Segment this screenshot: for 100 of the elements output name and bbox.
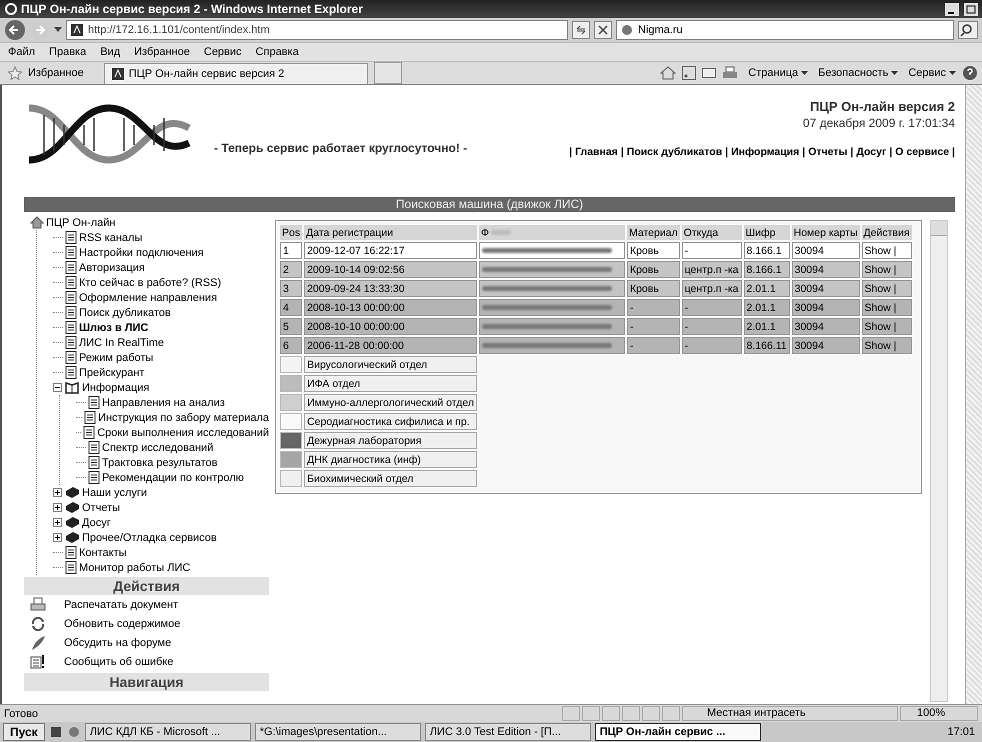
- expand-toggle[interactable]: [53, 488, 63, 497]
- nav-link[interactable]: Информация: [731, 146, 800, 158]
- back-icon[interactable]: [4, 19, 26, 41]
- action-link[interactable]: Сообщить об ошибке: [64, 656, 174, 668]
- caret-icon[interactable]: [891, 70, 898, 76]
- show-link[interactable]: Show |: [862, 337, 912, 354]
- report-icon: [30, 654, 46, 670]
- tree-item[interactable]: Инструкция по забору материала: [98, 412, 269, 424]
- expand-toggle[interactable]: [53, 533, 63, 542]
- status-pane: [622, 706, 640, 721]
- search-field[interactable]: Nigma.ru: [616, 20, 954, 40]
- address-field[interactable]: http://172.16.1.101/content/index.htm: [66, 20, 568, 40]
- taskbar-button[interactable]: ЛИС 3.0 Test Edition - [П...: [424, 723, 591, 741]
- toolbar-menu[interactable]: Страница: [748, 67, 808, 79]
- start-button[interactable]: Пуск: [3, 723, 45, 741]
- tree-item[interactable]: Трактовка результатов: [102, 456, 218, 468]
- result-row[interactable]: 2 2009-10-14 09:02:56 Кровь центр.п -ка 8.166.1 30094 Show |: [280, 261, 912, 278]
- tree-item[interactable]: Шлюз в ЛИС: [79, 322, 148, 334]
- tree-item[interactable]: Настройки подключения: [79, 246, 204, 258]
- tree-item[interactable]: Оформление направления: [79, 292, 218, 304]
- show-link[interactable]: Show |: [862, 280, 912, 297]
- printer-icon[interactable]: [722, 66, 738, 80]
- tree-item[interactable]: Сроки выполнения исследований: [97, 426, 269, 438]
- scrollbar[interactable]: [930, 220, 948, 702]
- table-cell: 2009-10-14 09:02:56: [304, 261, 477, 278]
- nav-link[interactable]: Досуг: [856, 146, 886, 158]
- action-link[interactable]: Распечатать документ: [64, 598, 178, 610]
- dropdown-arrow-icon[interactable]: [54, 27, 62, 33]
- zoom-control[interactable]: 100%: [900, 706, 978, 721]
- tree-item[interactable]: Спектр исследований: [102, 442, 214, 454]
- toolbar-menu[interactable]: Сервис: [908, 67, 956, 79]
- tree-item[interactable]: Рекомендации по контролю: [102, 472, 244, 484]
- menu-item[interactable]: Сервис: [204, 46, 242, 58]
- document-icon: [88, 396, 100, 409]
- caret-icon[interactable]: [949, 70, 956, 76]
- tree-item[interactable]: Монитор работы ЛИС: [79, 562, 190, 574]
- feed-icon[interactable]: [682, 66, 696, 80]
- tree-item[interactable]: RSS каналы: [79, 232, 142, 244]
- menu-item[interactable]: Справка: [256, 46, 299, 58]
- show-link[interactable]: Show |: [862, 318, 912, 335]
- result-row[interactable]: 5 2008-10-10 00:00:00 - - 2.01.1 30094 Show |: [280, 318, 912, 335]
- mail-icon[interactable]: [702, 67, 716, 79]
- action-link[interactable]: Обсудить на форуме: [64, 636, 172, 648]
- taskbar-button[interactable]: ЛИС КДЛ КБ - Microsoft ...: [84, 723, 251, 741]
- close-icon[interactable]: [594, 21, 612, 39]
- nav-link[interactable]: Отчеты: [808, 146, 848, 158]
- tree-item[interactable]: Поиск дубликатов: [79, 306, 171, 318]
- nav-link[interactable]: Главная: [575, 146, 618, 158]
- show-link[interactable]: Show |: [862, 261, 912, 278]
- tree-item[interactable]: Наши услуги: [82, 486, 148, 498]
- window-title: ПЦР Он-лайн сервис версия 2 - Windows Internet Explorer: [21, 2, 363, 16]
- taskbar-button[interactable]: ПЦР Он-лайн сервис ...: [594, 723, 761, 741]
- document-icon: [65, 276, 77, 289]
- result-row[interactable]: 3 2009-09-24 13:33:30 Кровь центр.п -ка 2.01.1 30094 Show |: [280, 280, 912, 297]
- result-row[interactable]: 6 2006-11-28 00:00:00 - - 8.166.11 30094 Show |: [280, 337, 912, 354]
- result-row[interactable]: 1 2009-12-07 16:22:17 Кровь - 8.166.1 30094 Show |: [280, 242, 912, 259]
- toolbar-menu[interactable]: Безопасность: [818, 67, 898, 79]
- browser-tab[interactable]: ПЦР Он-лайн сервис версия 2: [104, 62, 368, 84]
- caret-icon[interactable]: [801, 70, 808, 76]
- expand-toggle[interactable]: [53, 518, 63, 527]
- tree-item[interactable]: Режим работы: [79, 352, 154, 364]
- separator-text: |: [569, 146, 572, 158]
- show-link[interactable]: Show |: [862, 299, 912, 316]
- menu-item[interactable]: Правка: [49, 46, 86, 58]
- refresh-icon[interactable]: [572, 21, 590, 39]
- taskbar-button[interactable]: *G:\images\presentation...: [254, 723, 421, 741]
- show-link[interactable]: Show |: [862, 242, 912, 259]
- tree-item[interactable]: Контакты: [79, 546, 127, 558]
- slogan-text: - Теперь сервис работает круглосуточно! -: [214, 141, 468, 155]
- quick-launch-icon[interactable]: [48, 725, 63, 739]
- expand-toggle[interactable]: [53, 503, 63, 512]
- tree-item[interactable]: Прейскурант: [79, 366, 144, 378]
- help-icon[interactable]: [962, 65, 978, 81]
- minimize-icon[interactable]: [945, 2, 959, 16]
- favorites-button[interactable]: Избранное: [28, 67, 84, 79]
- home-icon[interactable]: [660, 66, 676, 80]
- result-row[interactable]: 4 2008-10-13 00:00:00 - - 2.01.1 30094 Show |: [280, 299, 912, 316]
- tree-item[interactable]: Авторизация: [79, 262, 145, 274]
- tree-item[interactable]: Кто сейчас в работе? (RSS): [79, 276, 222, 288]
- menu-item[interactable]: Вид: [100, 46, 120, 58]
- action-link[interactable]: Обновить содержимое: [64, 618, 180, 630]
- nav-link[interactable]: Поиск дубликатов: [626, 146, 722, 158]
- table-cell: Кровь: [626, 280, 680, 297]
- tree-item[interactable]: Прочее/Отладка сервисов: [82, 532, 217, 544]
- tree-item[interactable]: ЛИС In RealTime: [79, 336, 164, 348]
- tree-item[interactable]: Информация: [82, 382, 150, 394]
- star-icon[interactable]: [8, 66, 22, 80]
- scrollbar[interactable]: [965, 85, 982, 704]
- document-icon: [65, 231, 77, 244]
- menu-item[interactable]: Файл: [8, 46, 36, 58]
- tree-item[interactable]: Направления на анализ: [102, 396, 225, 408]
- collapse-toggle[interactable]: [53, 383, 63, 392]
- menu-item[interactable]: Избранное: [134, 46, 190, 58]
- nav-link[interactable]: О сервисе: [895, 146, 950, 158]
- quick-launch-icon[interactable]: [66, 725, 81, 739]
- tree-item[interactable]: ПЦР Он-лайн: [46, 216, 116, 228]
- maximize-icon[interactable]: [964, 2, 978, 16]
- tree-item[interactable]: Отчеты: [82, 502, 120, 514]
- search-icon[interactable]: [958, 21, 978, 39]
- tree-item[interactable]: Досуг: [82, 516, 111, 528]
